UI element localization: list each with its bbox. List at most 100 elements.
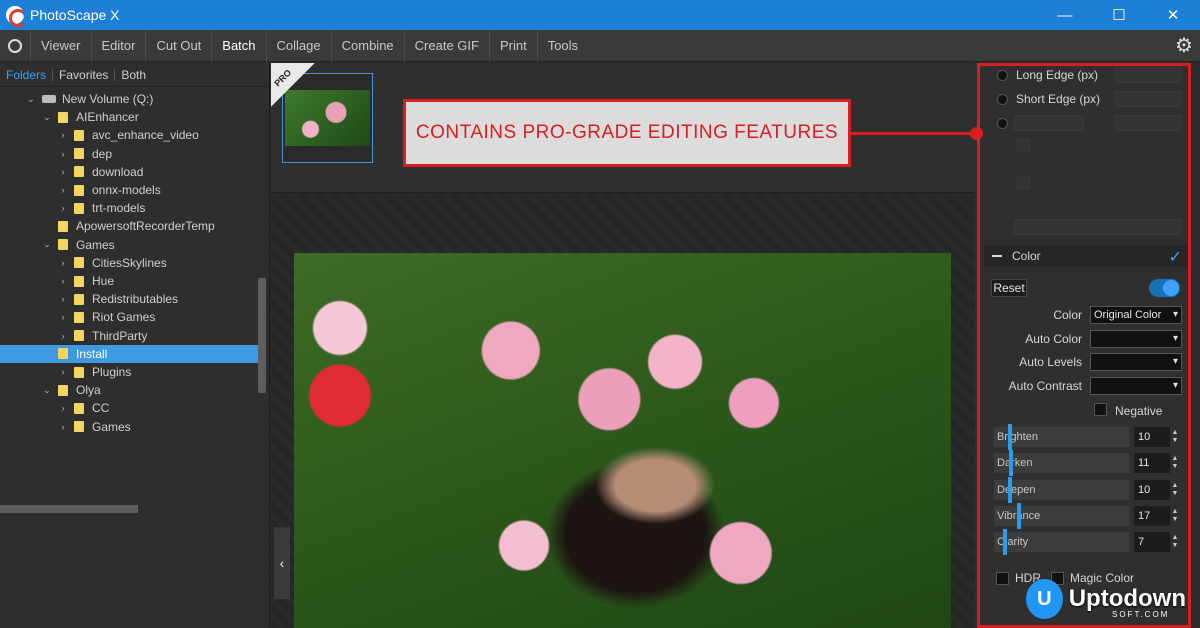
tree-item[interactable]: Install xyxy=(0,344,259,363)
tree-item[interactable]: ⌄ Olya xyxy=(0,381,259,399)
height-field[interactable] xyxy=(1115,115,1181,131)
tree-item[interactable]: › dep xyxy=(0,145,259,163)
tree-item[interactable]: › avc_enhance_video xyxy=(0,126,259,144)
tab-both[interactable]: Both xyxy=(115,69,152,81)
slider-handle[interactable] xyxy=(1008,476,1012,503)
slider-value-input[interactable]: 10 xyxy=(1134,427,1170,447)
slider-value-input[interactable]: 17 xyxy=(1134,505,1170,526)
chevron-right-icon[interactable]: › xyxy=(58,167,68,177)
chevron-right-icon[interactable]: › xyxy=(58,258,68,268)
tree-item[interactable]: › Plugins xyxy=(0,363,259,381)
menu-item-print[interactable]: Print xyxy=(488,29,537,62)
chevron-right-icon[interactable]: › xyxy=(58,130,68,140)
slider-value-input[interactable]: 10 xyxy=(1134,479,1170,500)
tree-item[interactable]: ⌄ New Volume (Q:) xyxy=(0,90,259,108)
tab-folders[interactable]: Folders xyxy=(0,68,54,81)
tree-item[interactable]: › Riot Games xyxy=(0,308,259,326)
maximize-button[interactable]: ☐ xyxy=(1092,0,1146,30)
short-edge-radio[interactable] xyxy=(997,93,1008,105)
slider-handle[interactable] xyxy=(1008,424,1012,450)
hdr-checkbox[interactable] xyxy=(996,571,1009,585)
tree-item[interactable]: › CitiesSkylines xyxy=(0,254,259,272)
slider-track[interactable]: Brighten xyxy=(994,424,1129,450)
color-field-select[interactable]: Original Color xyxy=(1090,306,1182,324)
long-edge-radio[interactable] xyxy=(997,69,1008,81)
tree-item[interactable]: ApowersoftRecorderTemp xyxy=(0,217,259,235)
menu-item-create-gif[interactable]: Create GIF xyxy=(403,29,489,62)
chevron-right-icon[interactable]: › xyxy=(58,185,68,195)
menu-item-collage[interactable]: Collage xyxy=(265,29,331,62)
tree-item[interactable]: › download xyxy=(0,163,259,181)
spinner-arrows-icon[interactable]: ▲ ▼ xyxy=(1170,455,1180,471)
long-edge-option[interactable]: Long Edge (px) xyxy=(997,66,1098,84)
tree-item[interactable]: ⌄ AIEnhancer xyxy=(0,108,259,126)
ratio-checkbox[interactable] xyxy=(1017,139,1030,152)
long-edge-field[interactable] xyxy=(1115,67,1181,83)
short-edge-field[interactable] xyxy=(1115,91,1181,107)
slider-handle[interactable] xyxy=(1003,529,1007,556)
slider-track[interactable]: Clarity xyxy=(994,529,1129,556)
chevron-right-icon[interactable]: › xyxy=(58,422,68,432)
reset-button[interactable]: Reset xyxy=(991,279,1027,297)
chevron-down-icon[interactable]: ⌄ xyxy=(42,112,52,123)
spinner-arrows-icon[interactable]: ▲ ▼ xyxy=(1170,482,1180,498)
tree-item[interactable]: ⌄ Games xyxy=(0,236,259,254)
collapse-sidebar-button[interactable]: ‹ xyxy=(274,527,290,599)
gear-icon[interactable]: ⚙ xyxy=(1174,36,1194,56)
home-icon[interactable] xyxy=(0,30,30,62)
custom-size-radio[interactable] xyxy=(997,117,1008,129)
chevron-down-icon[interactable]: ⌄ xyxy=(26,94,36,105)
tree-item[interactable]: › Games xyxy=(0,418,259,436)
tree-item[interactable]: › trt-models xyxy=(0,199,259,217)
slider-value-input[interactable]: 7 xyxy=(1134,532,1170,553)
chevron-right-icon[interactable]: › xyxy=(58,294,68,304)
spinner-arrows-icon[interactable]: ▲ ▼ xyxy=(1170,534,1180,550)
close-button[interactable]: ✕ xyxy=(1146,0,1200,30)
method-select[interactable] xyxy=(1014,219,1181,235)
spinner-arrows-icon[interactable]: ▲ ▼ xyxy=(1170,508,1180,524)
color-enable-toggle[interactable] xyxy=(1149,279,1180,297)
tree-item[interactable]: › onnx-models xyxy=(0,181,259,199)
tree-item[interactable]: › ThirdParty xyxy=(0,327,259,345)
menu-item-editor[interactable]: Editor xyxy=(90,29,146,62)
chevron-down-icon[interactable]: ⌄ xyxy=(42,385,52,396)
chevron-right-icon[interactable]: › xyxy=(58,276,68,286)
folder-tree[interactable]: ⌄ New Volume (Q:) ⌄ AIEnhancer › avc_enhance_… xyxy=(0,87,269,447)
tab-favorites[interactable]: Favorites xyxy=(53,68,116,81)
tree-item[interactable]: › Redistributables xyxy=(0,290,259,308)
slider-track[interactable]: Darken xyxy=(994,450,1129,477)
collapse-minus-icon[interactable] xyxy=(992,255,1002,257)
chevron-right-icon[interactable]: › xyxy=(58,149,68,159)
minimize-button[interactable]: — xyxy=(1038,0,1092,30)
chevron-right-icon[interactable]: › xyxy=(58,203,68,213)
slider-handle[interactable] xyxy=(1009,450,1013,477)
slider-value-input[interactable]: 11 xyxy=(1134,453,1170,474)
chevron-right-icon[interactable]: › xyxy=(58,367,68,377)
color-field-select[interactable] xyxy=(1090,377,1182,396)
tree-vertical-scrollbar[interactable] xyxy=(258,278,266,393)
slider-track[interactable]: Deepen xyxy=(994,476,1129,503)
tree-horizontal-scrollbar[interactable] xyxy=(0,505,138,513)
resize-checkbox[interactable] xyxy=(1017,176,1030,189)
check-icon[interactable]: ✓ xyxy=(1169,247,1182,267)
short-edge-option[interactable]: Short Edge (px) xyxy=(997,90,1100,108)
chevron-right-icon[interactable]: › xyxy=(58,403,68,413)
spinner-arrows-icon[interactable]: ▲ ▼ xyxy=(1170,429,1180,445)
chevron-right-icon[interactable]: › xyxy=(58,331,68,341)
slider-handle[interactable] xyxy=(1017,502,1021,529)
menu-item-tools[interactable]: Tools xyxy=(536,29,588,62)
chevron-down-icon[interactable]: ⌄ xyxy=(42,239,52,250)
settings-scrollbar[interactable] xyxy=(1191,63,1200,628)
menu-item-viewer[interactable]: Viewer xyxy=(30,29,91,62)
color-section-header[interactable]: Color ✓ xyxy=(984,245,1188,267)
tree-item[interactable]: › CC xyxy=(0,399,259,417)
negative-checkbox[interactable] xyxy=(1094,403,1107,416)
tree-item[interactable]: › Hue xyxy=(0,272,259,290)
width-field[interactable] xyxy=(1014,115,1084,131)
menu-item-combine[interactable]: Combine xyxy=(330,29,404,62)
slider-track[interactable]: Vibrance xyxy=(994,502,1129,529)
chevron-right-icon[interactable]: › xyxy=(58,312,68,322)
color-field-select[interactable] xyxy=(1090,329,1182,348)
color-field-select[interactable] xyxy=(1090,353,1182,372)
menu-item-batch[interactable]: Batch xyxy=(211,29,265,62)
